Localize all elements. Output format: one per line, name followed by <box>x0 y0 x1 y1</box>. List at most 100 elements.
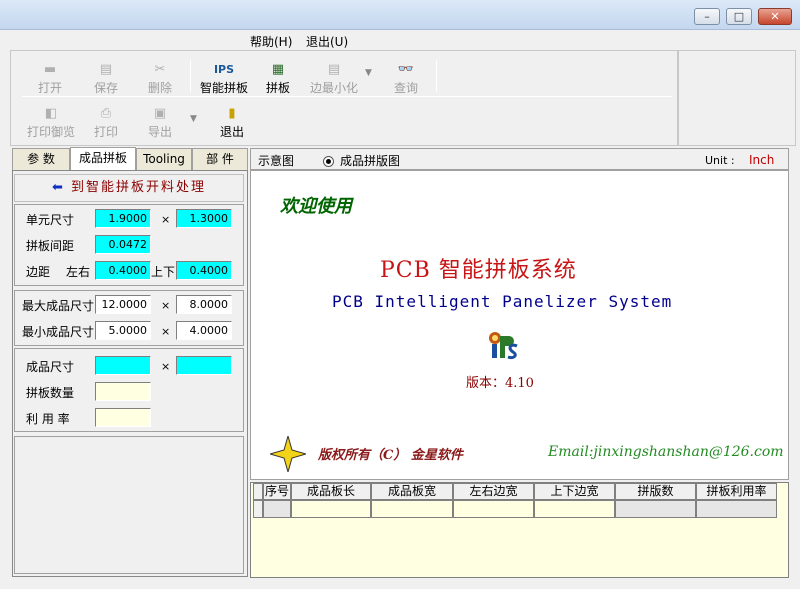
col-header-width[interactable]: 成品板宽 <box>371 483 453 500</box>
left-right-label: 左右 <box>66 265 91 279</box>
utilization-label: 利 用 率 <box>26 412 70 426</box>
product-height-field <box>176 356 232 375</box>
margin-ud-field[interactable]: 0.4000 <box>176 261 232 280</box>
chevron-down-icon[interactable]: ▼ <box>190 114 197 124</box>
save-disk-icon: ▤ <box>99 62 113 77</box>
times-sign: × <box>161 325 171 338</box>
unit-label: Unit : <box>705 154 735 167</box>
times-sign: × <box>161 213 171 226</box>
query-button[interactable]: 👓 查询 <box>378 62 434 96</box>
toolbar-divider <box>22 96 672 97</box>
unit-size-label: 单元尺寸 <box>26 213 75 227</box>
printer-icon: ⎙ <box>100 106 112 121</box>
max-width-field[interactable]: 12.0000 <box>95 295 151 314</box>
delete-icon: ✂ <box>154 62 166 77</box>
toolbar-separator <box>436 60 437 92</box>
tab-product-panel[interactable]: 成品拼板 <box>70 147 136 170</box>
tab-product-view[interactable]: 成品拼版图 <box>323 152 400 169</box>
col-header-ud-margin[interactable]: 上下边宽 <box>534 483 615 500</box>
menu-exit[interactable]: 退出(U) <box>306 33 348 50</box>
tab-params[interactable]: 参 数 <box>12 148 70 170</box>
tab-parts[interactable]: 部 件 <box>192 148 248 170</box>
table-cell[interactable] <box>696 500 777 518</box>
star-icon <box>268 434 308 474</box>
margin-lr-field[interactable]: 0.4000 <box>95 261 151 280</box>
min-height-field[interactable]: 4.0000 <box>176 321 232 340</box>
export-button[interactable]: ▣ 导出 <box>132 106 188 140</box>
app-subtitle: PCB Intelligent Panelizer System <box>332 292 673 311</box>
exit-button[interactable]: ▮ 退出 <box>204 106 260 140</box>
results-grid[interactable]: 序号 成品板长 成品板宽 左右边宽 上下边宽 拼版数 拼板利用率 <box>250 482 789 578</box>
times-sign: × <box>161 360 171 373</box>
panel-grid-icon: ▦ <box>271 62 285 77</box>
open-label: 打开 <box>37 81 62 95</box>
copyright-text: 版权所有（C） 金星软件 <box>318 448 463 463</box>
unit-height-field[interactable]: 1.3000 <box>176 209 232 228</box>
table-cell[interactable] <box>263 500 291 518</box>
tab-tooling[interactable]: Tooling <box>136 148 192 170</box>
query-label: 查询 <box>393 81 418 95</box>
min-size-label: 最小成品尺寸 <box>22 325 95 339</box>
menu-help[interactable]: 帮助(H) <box>250 33 292 50</box>
minimize-edge-label: 边最小化 <box>309 81 358 95</box>
close-icon[interactable]: ✕ <box>758 8 792 25</box>
binoculars-icon: 👓 <box>397 62 415 77</box>
max-size-label: 最大成品尺寸 <box>22 299 95 313</box>
print-preview-label: 打印御览 <box>26 125 75 139</box>
col-header-count[interactable]: 拼版数 <box>615 483 696 500</box>
tab-schematic[interactable]: 示意图 <box>258 152 294 169</box>
smart-panel-button[interactable]: IPS 智能拼板 <box>195 62 253 96</box>
panel-button[interactable]: ▦ 拼板 <box>250 62 306 96</box>
row-indicator[interactable] <box>253 500 263 518</box>
table-cell[interactable] <box>534 500 615 518</box>
max-height-field[interactable]: 8.0000 <box>176 295 232 314</box>
margin-label: 边距 <box>26 265 51 279</box>
unit-width-field[interactable]: 1.9000 <box>95 209 151 228</box>
minimize-icon[interactable]: – <box>694 8 720 25</box>
menu-bar: 帮助(H) 退出(U) <box>0 30 800 50</box>
row-header-corner <box>253 483 263 500</box>
print-button[interactable]: ⎙ 打印 <box>78 106 134 140</box>
chevron-down-icon[interactable]: ▼ <box>365 68 372 78</box>
product-size-label: 成品尺寸 <box>26 360 75 374</box>
maximize-icon[interactable]: □ <box>726 8 752 25</box>
utilization-field <box>95 408 151 427</box>
panel-label: 拼板 <box>265 81 290 95</box>
welcome-text: 欢迎使用 <box>280 196 352 217</box>
save-button[interactable]: ▤ 保存 <box>78 62 134 96</box>
minimize-edge-icon: ▤ <box>327 62 341 77</box>
col-header-lr-margin[interactable]: 左右边宽 <box>453 483 534 500</box>
banner-label: 到智能拼板开料处理 <box>70 180 206 195</box>
product-view-label: 成品拼版图 <box>340 154 401 168</box>
radio-selected-icon[interactable] <box>323 156 334 167</box>
version-text: 版本：4.10 <box>466 376 534 391</box>
delete-button[interactable]: ✂ 删除 <box>132 62 188 96</box>
view-switch-bar: 示意图 成品拼版图 Unit : Inch <box>250 148 789 170</box>
export-icon: ▣ <box>153 106 167 121</box>
col-header-utilization[interactable]: 拼板利用率 <box>696 483 777 500</box>
table-cell[interactable] <box>615 500 696 518</box>
print-preview-button[interactable]: ◧ 打印御览 <box>22 106 80 140</box>
table-cell[interactable] <box>453 500 534 518</box>
spacing-field[interactable]: 0.0472 <box>95 235 151 254</box>
app-title: PCB 智能拼板系统 <box>380 258 577 283</box>
print-label: 打印 <box>93 125 118 139</box>
times-sign: × <box>161 299 171 312</box>
table-cell[interactable] <box>291 500 371 518</box>
toolbar-blank-area <box>678 50 796 146</box>
open-button[interactable]: ▬ 打开 <box>22 62 78 96</box>
minimize-edge-button[interactable]: ▤ 边最小化 <box>304 62 364 96</box>
to-smart-panel-button[interactable]: ⬅ 到智能拼板开料处理 <box>14 174 244 202</box>
export-label: 导出 <box>147 125 172 139</box>
col-header-length[interactable]: 成品板长 <box>291 483 371 500</box>
left-tab-strip: 参 数 成品拼板 Tooling 部 件 <box>12 147 248 170</box>
empty-group <box>14 436 244 574</box>
ips-logo-icon: IPS <box>213 63 235 76</box>
exit-label: 退出 <box>219 125 244 139</box>
open-folder-icon: ▬ <box>43 62 57 77</box>
col-header-index[interactable]: 序号 <box>263 483 291 500</box>
title-bar <box>0 0 800 30</box>
min-width-field[interactable]: 5.0000 <box>95 321 151 340</box>
unit-value: Inch <box>749 153 775 167</box>
table-cell[interactable] <box>371 500 453 518</box>
